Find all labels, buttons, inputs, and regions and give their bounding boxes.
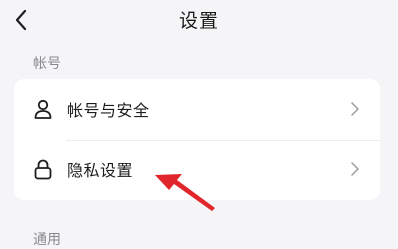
user-icon — [34, 99, 52, 119]
account-settings-card: 帐号与安全 隐私设置 — [14, 79, 380, 200]
section-label-account: 帐号 — [33, 56, 61, 72]
section-label-general: 通用 — [33, 232, 61, 248]
list-item-label: 帐号与安全 — [67, 101, 150, 120]
lock-icon — [34, 159, 52, 180]
chevron-right-icon — [351, 102, 359, 116]
page-title: 设置 — [178, 10, 219, 32]
list-item-label: 隐私设置 — [67, 161, 134, 180]
chevron-right-icon — [351, 162, 359, 176]
nav-bar: 设置 — [0, 0, 398, 44]
list-item-privacy-settings[interactable]: 隐私设置 — [14, 141, 380, 199]
list-item-account-security[interactable]: 帐号与安全 — [14, 81, 380, 139]
